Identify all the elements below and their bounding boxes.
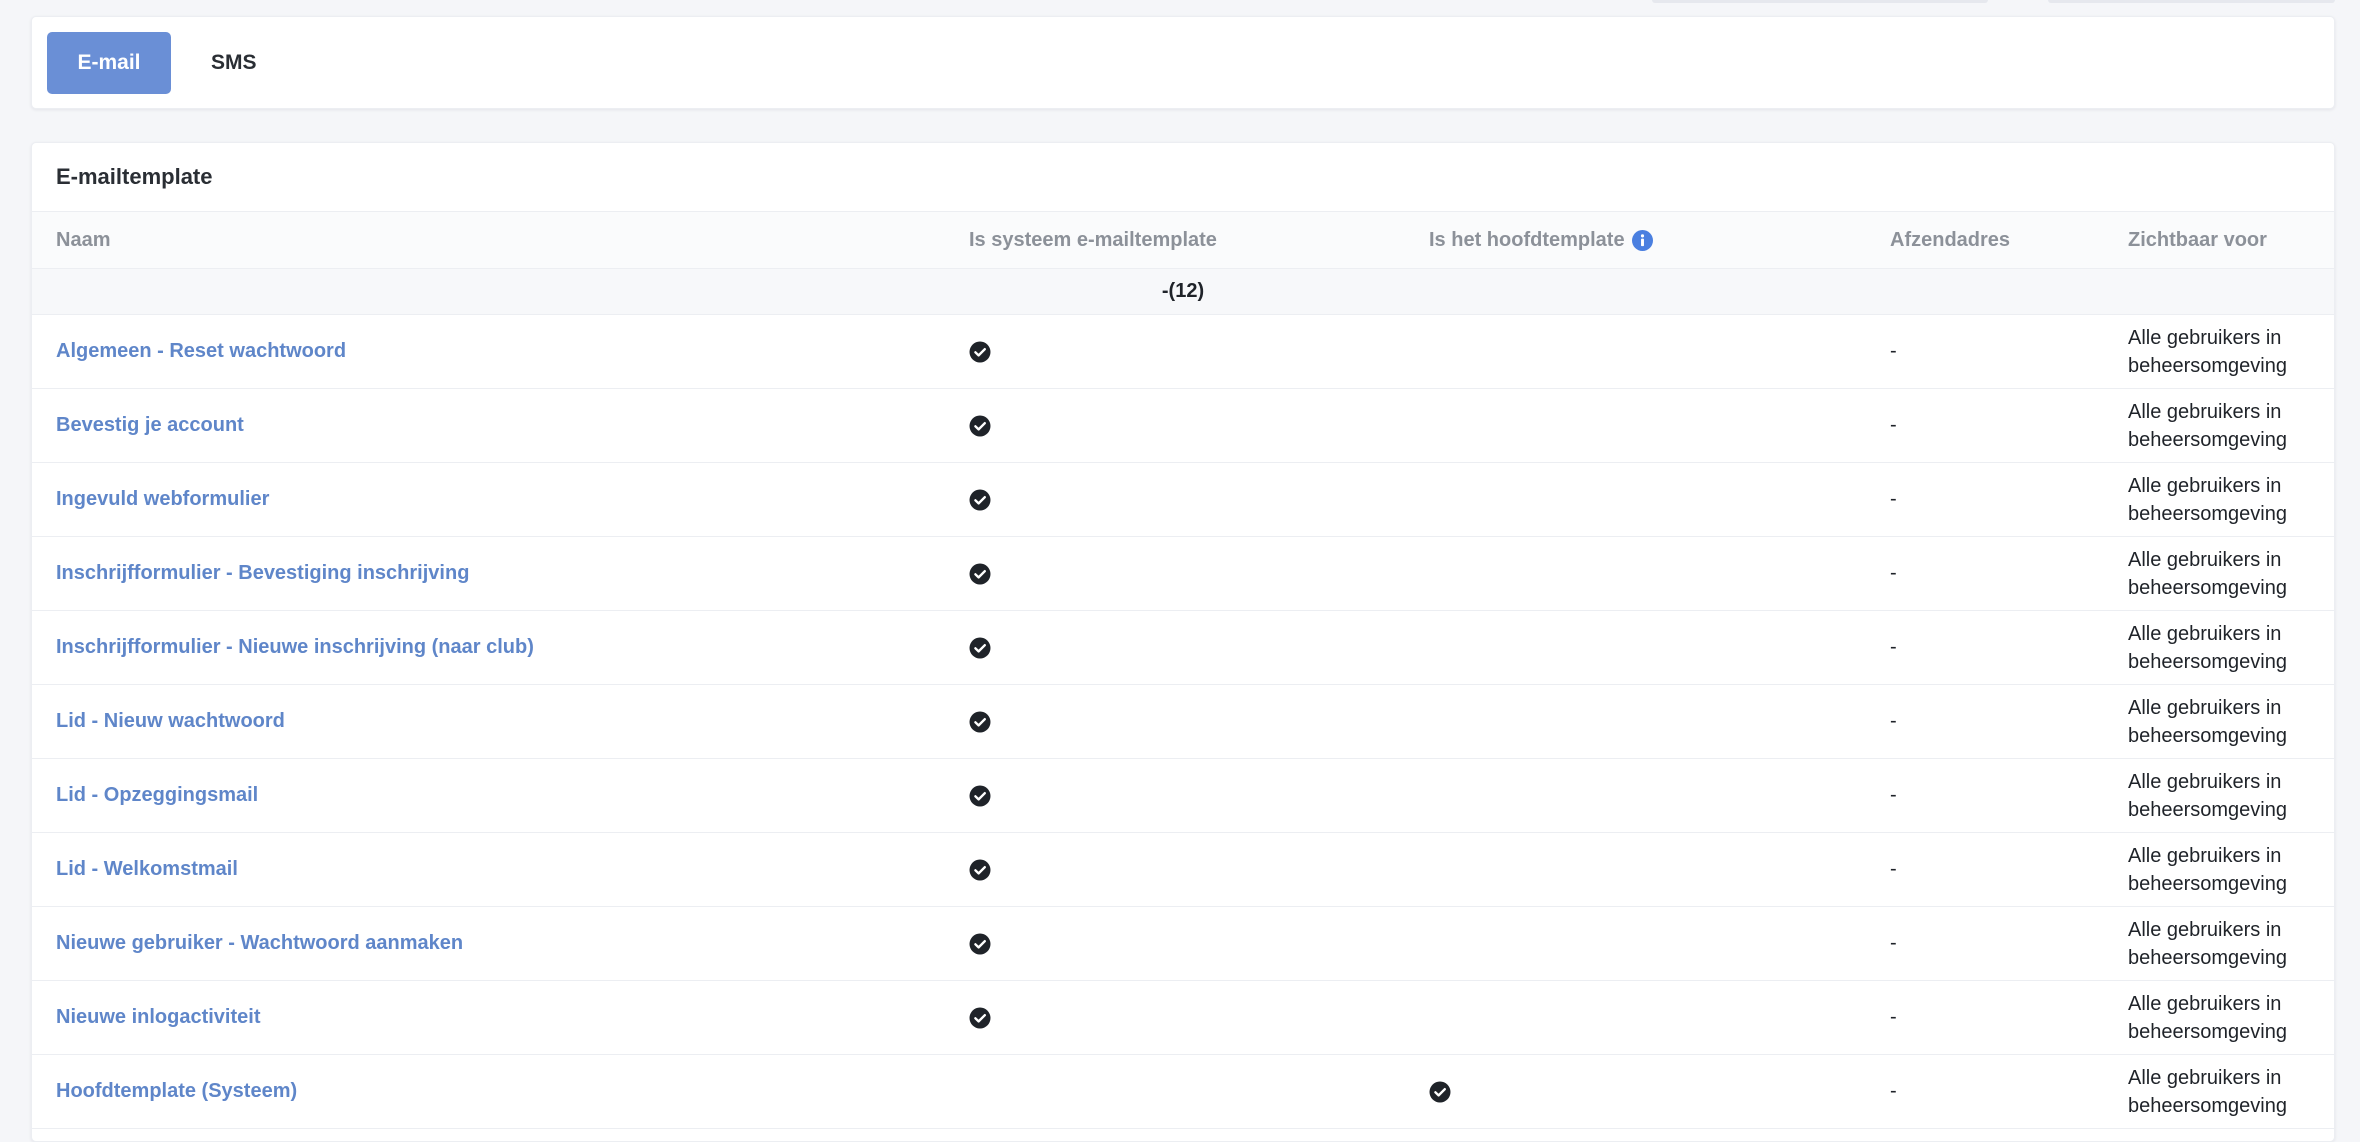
card-title: E-mailtemplate (32, 143, 2334, 212)
check-circle-icon (969, 637, 991, 659)
table-row: Algemeen - Reset wachtwoord - Alle gebru… (32, 315, 2334, 389)
table-row: Bevestig je account - Alle gebruikers in… (32, 389, 2334, 463)
table-row: Lid - Welkomstmail - Alle gebruikers in … (32, 833, 2334, 907)
visible-for-cell: Alle gebruikers in beheersomgeving (2128, 918, 2287, 969)
visible-for-cell: Alle gebruikers in beheersomgeving (2128, 844, 2287, 895)
template-name-link[interactable]: Algemeen - Reset wachtwoord (56, 340, 346, 363)
check-circle-icon (969, 933, 991, 955)
template-name-link[interactable]: Bevestig je account (56, 414, 244, 437)
is-system-cell (969, 537, 991, 610)
column-header-visible-for[interactable]: Zichtbaar voor (2128, 212, 2328, 268)
visible-for-cell: Alle gebruikers in beheersomgeving (2128, 696, 2287, 747)
template-name-link[interactable]: Ingevuld webformulier (56, 488, 269, 511)
top-bar-stub-right (2048, 0, 2335, 3)
table-header: Naam Is systeem e-mailtemplate Is het ho… (32, 212, 2334, 269)
visible-for-cell: Alle gebruikers in beheersomgeving (2128, 622, 2287, 673)
check-circle-icon (969, 859, 991, 881)
visible-for-cell: Alle gebruikers in beheersomgeving (2128, 400, 2287, 451)
sender-cell: - (1890, 488, 1897, 510)
column-header-is-system[interactable]: Is systeem e-mailtemplate (969, 212, 1217, 268)
email-template-card: E-mailtemplate Naam Is systeem e-mailtem… (31, 142, 2335, 1142)
visible-for-cell: Alle gebruikers in beheersomgeving (2128, 326, 2287, 377)
table-row: Nieuwe inlogactiviteit - Alle gebruikers… (32, 981, 2334, 1055)
check-circle-icon (1429, 1081, 1451, 1103)
sender-cell: - (1890, 340, 1897, 362)
is-system-cell (969, 833, 991, 906)
column-header-name[interactable]: Naam (56, 212, 110, 268)
template-name-link[interactable]: Lid - Opzeggingsmail (56, 784, 258, 807)
table-row: Hoofdtemplate (Systeem) - Alle gebruiker… (32, 1055, 2334, 1129)
template-name-link[interactable]: Inschrijfformulier - Bevestiging inschri… (56, 562, 469, 585)
is-system-cell (969, 315, 991, 388)
sender-cell: - (1890, 784, 1897, 806)
check-circle-icon (969, 341, 991, 363)
check-circle-icon (969, 785, 991, 807)
template-name-link[interactable]: Nieuwe gebruiker - Wachtwoord aanmaken (56, 932, 463, 955)
top-bar-stub-left (1652, 0, 1988, 3)
sender-cell: - (1890, 1006, 1897, 1028)
sender-cell: - (1890, 932, 1897, 954)
table-row: Lid - Nieuw wachtwoord - Alle gebruikers… (32, 685, 2334, 759)
visible-for-cell: Alle gebruikers in beheersomgeving (2128, 1066, 2287, 1117)
table-row: Ingevuld webformulier - Alle gebruikers … (32, 463, 2334, 537)
sender-cell: - (1890, 636, 1897, 658)
group-row: -(12) (32, 269, 2334, 315)
is-system-cell (969, 389, 991, 462)
tab-email[interactable]: E-mail (47, 31, 171, 94)
template-name-link[interactable]: Nieuwe inlogactiviteit (56, 1006, 260, 1029)
table-row: Inschrijfformulier - Nieuwe inschrijving… (32, 611, 2334, 685)
sender-cell: - (1890, 1080, 1897, 1102)
is-system-cell (969, 685, 991, 758)
template-name-link[interactable]: Lid - Nieuw wachtwoord (56, 710, 285, 733)
check-circle-icon (969, 711, 991, 733)
channel-tabs: E-mail SMS (31, 16, 2335, 109)
visible-for-cell: Alle gebruikers in beheersomgeving (2128, 548, 2287, 599)
table-row: Nieuwe gebruiker - Wachtwoord aanmaken -… (32, 907, 2334, 981)
template-name-link[interactable]: Hoofdtemplate (Systeem) (56, 1080, 297, 1103)
is-system-cell (969, 981, 991, 1054)
check-circle-icon (969, 489, 991, 511)
template-name-link[interactable]: Lid - Welkomstmail (56, 858, 238, 881)
column-header-sender[interactable]: Afzendadres (1890, 212, 2010, 268)
visible-for-cell: Alle gebruikers in beheersomgeving (2128, 992, 2287, 1043)
column-header-is-main-label: Is het hoofdtemplate (1429, 228, 1625, 251)
sender-cell: - (1890, 710, 1897, 732)
check-circle-icon (969, 1007, 991, 1029)
tab-sms[interactable]: SMS (181, 32, 287, 94)
is-system-cell (969, 463, 991, 536)
check-circle-icon (969, 415, 991, 437)
sender-cell: - (1890, 858, 1897, 880)
table-row: Inschrijfformulier - Bevestiging inschri… (32, 537, 2334, 611)
visible-for-cell: Alle gebruikers in beheersomgeving (2128, 474, 2287, 525)
sender-cell: - (1890, 562, 1897, 584)
column-header-is-main[interactable]: Is het hoofdtemplate (1429, 212, 1653, 268)
is-main-cell (1429, 1055, 1451, 1128)
visible-for-cell: Alle gebruikers in beheersomgeving (2128, 770, 2287, 821)
info-circle-icon[interactable] (1625, 229, 1653, 251)
is-system-cell (969, 907, 991, 980)
template-name-link[interactable]: Inschrijfformulier - Nieuwe inschrijving… (56, 636, 534, 659)
table-body: Algemeen - Reset wachtwoord - Alle gebru… (32, 315, 2334, 1129)
is-system-cell (969, 611, 991, 684)
sender-cell: - (1890, 414, 1897, 436)
check-circle-icon (969, 563, 991, 585)
table-row: Lid - Opzeggingsmail - Alle gebruikers i… (32, 759, 2334, 833)
is-system-cell (969, 759, 991, 832)
